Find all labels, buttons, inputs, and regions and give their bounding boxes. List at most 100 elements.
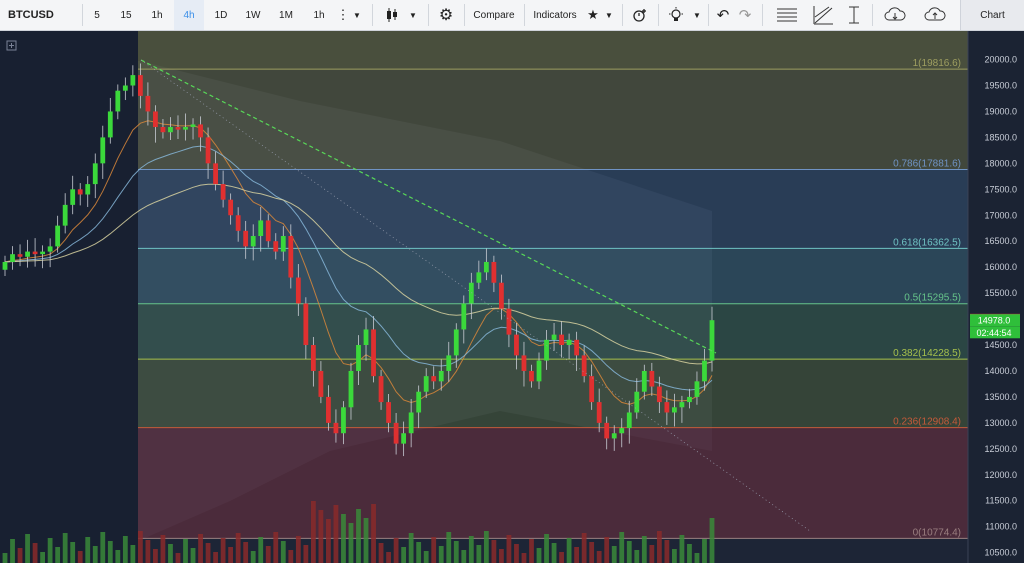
interval-1h-custom[interactable]: 1h (304, 0, 334, 30)
volume-bar (77, 551, 83, 563)
candle-body (483, 261, 489, 273)
interval-1d[interactable]: 1D (206, 0, 236, 30)
volume-bar (341, 514, 346, 563)
compare-button[interactable]: Compare (466, 0, 522, 30)
chart-button[interactable]: Chart (960, 0, 1024, 30)
volume-bar (280, 541, 286, 563)
candle-body (100, 137, 106, 164)
candle-body (687, 396, 692, 403)
candle-body (664, 402, 670, 413)
volume-bar (401, 547, 407, 563)
undo-icon[interactable]: ↶ (712, 0, 734, 30)
candle-body (137, 75, 143, 96)
dropdown-icon[interactable]: ▼ (690, 0, 704, 30)
volume-bar (679, 535, 685, 563)
volume-bar (423, 551, 429, 563)
volume-bar (378, 543, 384, 563)
redo-icon[interactable]: ↷ (734, 0, 756, 30)
volume-bar (581, 533, 587, 563)
y-tick-label: 10500.0 (984, 548, 1017, 558)
volume-bar (92, 546, 98, 563)
volume-bar (100, 532, 106, 563)
candle-body (168, 127, 173, 133)
candle-body (25, 251, 30, 257)
candle-body (514, 334, 519, 356)
more-icon[interactable]: ⋮ (336, 0, 350, 30)
candle-body (694, 381, 700, 397)
volume-bar (326, 519, 331, 563)
candle-body (333, 422, 339, 434)
volume-bar (130, 545, 136, 563)
y-tick-label: 11500.0 (985, 496, 1017, 506)
divider (708, 4, 709, 26)
symbol-search[interactable]: BTCUSD (0, 0, 82, 30)
candle-body (160, 127, 166, 133)
price-tag: 14978.0 (978, 316, 1011, 326)
volume-bar (709, 518, 715, 563)
y-tick-label: 19000.0 (984, 106, 1017, 116)
candle-body (115, 90, 121, 112)
volume-bar (491, 540, 497, 563)
interval-4h[interactable]: 4h (174, 0, 204, 30)
divider (372, 4, 373, 26)
candle-body (649, 370, 655, 387)
candle-body (10, 254, 15, 262)
interval-1h[interactable]: 1h (142, 0, 172, 30)
fibonacci-retracement (138, 31, 968, 539)
candle-body (566, 339, 572, 346)
candle-body (401, 433, 407, 444)
interval-5[interactable]: 5 (84, 0, 110, 30)
interval-15[interactable]: 15 (112, 0, 140, 30)
candle-body (363, 329, 369, 346)
indicators-button[interactable]: Indicators (526, 0, 584, 30)
fib-band (138, 359, 968, 428)
candle-body (280, 236, 286, 252)
volume-bar (566, 538, 572, 563)
candlestick-icon[interactable] (378, 0, 406, 30)
cloud-upload-icon[interactable] (918, 0, 952, 30)
y-tick-label: 20000.0 (984, 55, 1017, 65)
candle-body (265, 220, 271, 242)
trend-tool-icon[interactable] (806, 0, 840, 30)
candle-body (506, 308, 512, 335)
y-tick-label: 18000.0 (984, 158, 1017, 168)
fib-label: 0.236(12908.4) (893, 417, 961, 428)
candle-body (107, 111, 113, 138)
volume-bar (25, 534, 30, 563)
star-icon[interactable]: ★ (584, 0, 602, 30)
volume-bar (40, 552, 46, 563)
lines-icon[interactable] (770, 0, 804, 30)
toolbar: BTCUSD 5 15 1h 4h 1D 1W 1M 1h ⋮ ▼ ▼ ⚙ Co… (0, 0, 1024, 31)
volume-bar (160, 535, 166, 563)
interval-1w[interactable]: 1W (238, 0, 268, 30)
cloud-download-icon[interactable] (878, 0, 912, 30)
candle-body (40, 251, 46, 255)
candle-body (228, 199, 234, 216)
lightbulb-icon[interactable] (662, 0, 690, 30)
divider (428, 4, 429, 26)
dropdown-icon[interactable]: ▼ (602, 0, 616, 30)
gear-icon[interactable]: ⚙ (432, 0, 460, 30)
candle-body (243, 230, 249, 247)
candle-body (596, 402, 602, 423)
fib-band (138, 69, 968, 170)
dropdown-icon[interactable]: ▼ (406, 0, 420, 30)
dropdown-icon[interactable]: ▼ (350, 0, 364, 30)
volume-bar (107, 541, 113, 563)
volume-bar (55, 547, 61, 563)
candle-body (461, 303, 467, 330)
volume-bar (499, 549, 504, 563)
divider (524, 4, 525, 26)
price-axis: 10500.0 11000.0 11500.0 12000.0 12500.0 13000… (984, 55, 1017, 558)
alarm-add-icon[interactable] (626, 0, 654, 30)
candle-body (521, 355, 527, 371)
volume-bar (634, 550, 640, 563)
candle-body (634, 391, 640, 413)
price-chart[interactable]: 1(19816.6) 0.786(17881.6) 0.618(16362.5) 0.… (0, 31, 1024, 563)
volume-bar (250, 551, 256, 563)
measure-icon[interactable] (842, 0, 866, 30)
y-tick-label: 11000.0 (985, 522, 1017, 532)
volume-bar (649, 545, 655, 563)
volume-bar (198, 534, 203, 563)
interval-1m[interactable]: 1M (270, 0, 302, 30)
